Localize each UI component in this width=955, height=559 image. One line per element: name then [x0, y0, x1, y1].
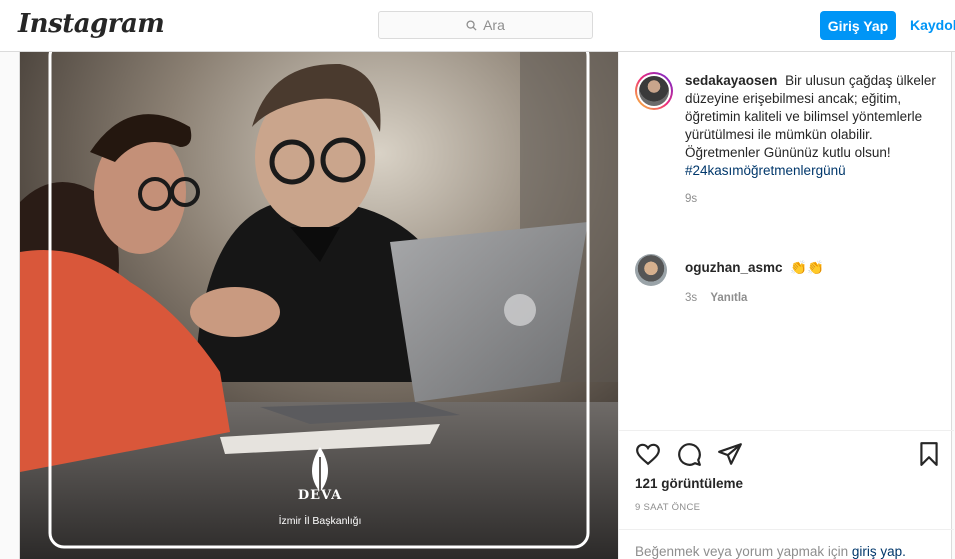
share-icon[interactable]	[717, 441, 743, 467]
top-bar: Instagram Ara Giriş Yap Kaydol	[0, 0, 955, 52]
comment-time: 3s	[685, 292, 698, 304]
search-input[interactable]: Ara	[378, 11, 593, 39]
org-subtitle: İzmir İl Başkanlığı	[278, 515, 362, 527]
instagram-logo[interactable]: Instagram	[18, 9, 165, 39]
post-video[interactable]: DEVA İzmir İl Başkanlığı	[20, 52, 618, 559]
save-icon[interactable]	[916, 441, 942, 467]
author-username[interactable]: sedakayaosen	[685, 73, 777, 88]
caption-body: sedakayaosen Bir ulusun çağdaş ülkeler d…	[685, 72, 940, 208]
like-icon[interactable]	[635, 441, 661, 467]
caption-time: 9s	[685, 193, 698, 205]
action-icons	[635, 441, 940, 469]
comment-meta: 3s Yanıtla	[685, 292, 824, 304]
view-count: 121 görüntüleme	[635, 476, 744, 491]
login-prompt-text: Beğenmek veya yorum yapmak için	[635, 544, 849, 559]
comment-icon[interactable]	[676, 441, 702, 467]
action-bar: 121 görüntüleme 9 SAAT ÖNCE Beğenmek vey…	[619, 430, 954, 559]
signup-link[interactable]: Kaydol	[910, 17, 955, 33]
post-sidebar: sedakayaosen Bir ulusun çağdaş ülkeler d…	[618, 52, 954, 559]
post-age: 9 SAAT ÖNCE	[635, 502, 701, 513]
reply-button[interactable]: Yanıtla	[710, 292, 747, 304]
login-button[interactable]: Giriş Yap	[820, 11, 896, 40]
comment-text: 👏👏	[790, 260, 824, 275]
commenter-username[interactable]: oguzhan_asmc	[685, 260, 783, 275]
caption: sedakayaosen Bir ulusun çağdaş ülkeler d…	[635, 72, 940, 208]
login-prompt: Beğenmek veya yorum yapmak için giriş ya…	[619, 529, 954, 559]
author-avatar[interactable]	[635, 72, 673, 110]
login-prompt-link[interactable]: giriş yap.	[852, 544, 906, 559]
search-placeholder: Ara	[483, 17, 505, 33]
org-name: DEVA	[297, 488, 343, 503]
video-frame	[20, 52, 618, 559]
post: DEVA İzmir İl Başkanlığı sedakayaosen Bi…	[19, 52, 954, 559]
search-icon	[466, 19, 477, 31]
commenter-avatar[interactable]	[635, 254, 667, 286]
comment-body: oguzhan_asmc 👏👏 3s Yanıtla	[685, 254, 824, 304]
comment: oguzhan_asmc 👏👏 3s Yanıtla	[635, 254, 940, 304]
hashtag-link[interactable]: #24kasımöğretmenlergünü	[685, 162, 940, 180]
